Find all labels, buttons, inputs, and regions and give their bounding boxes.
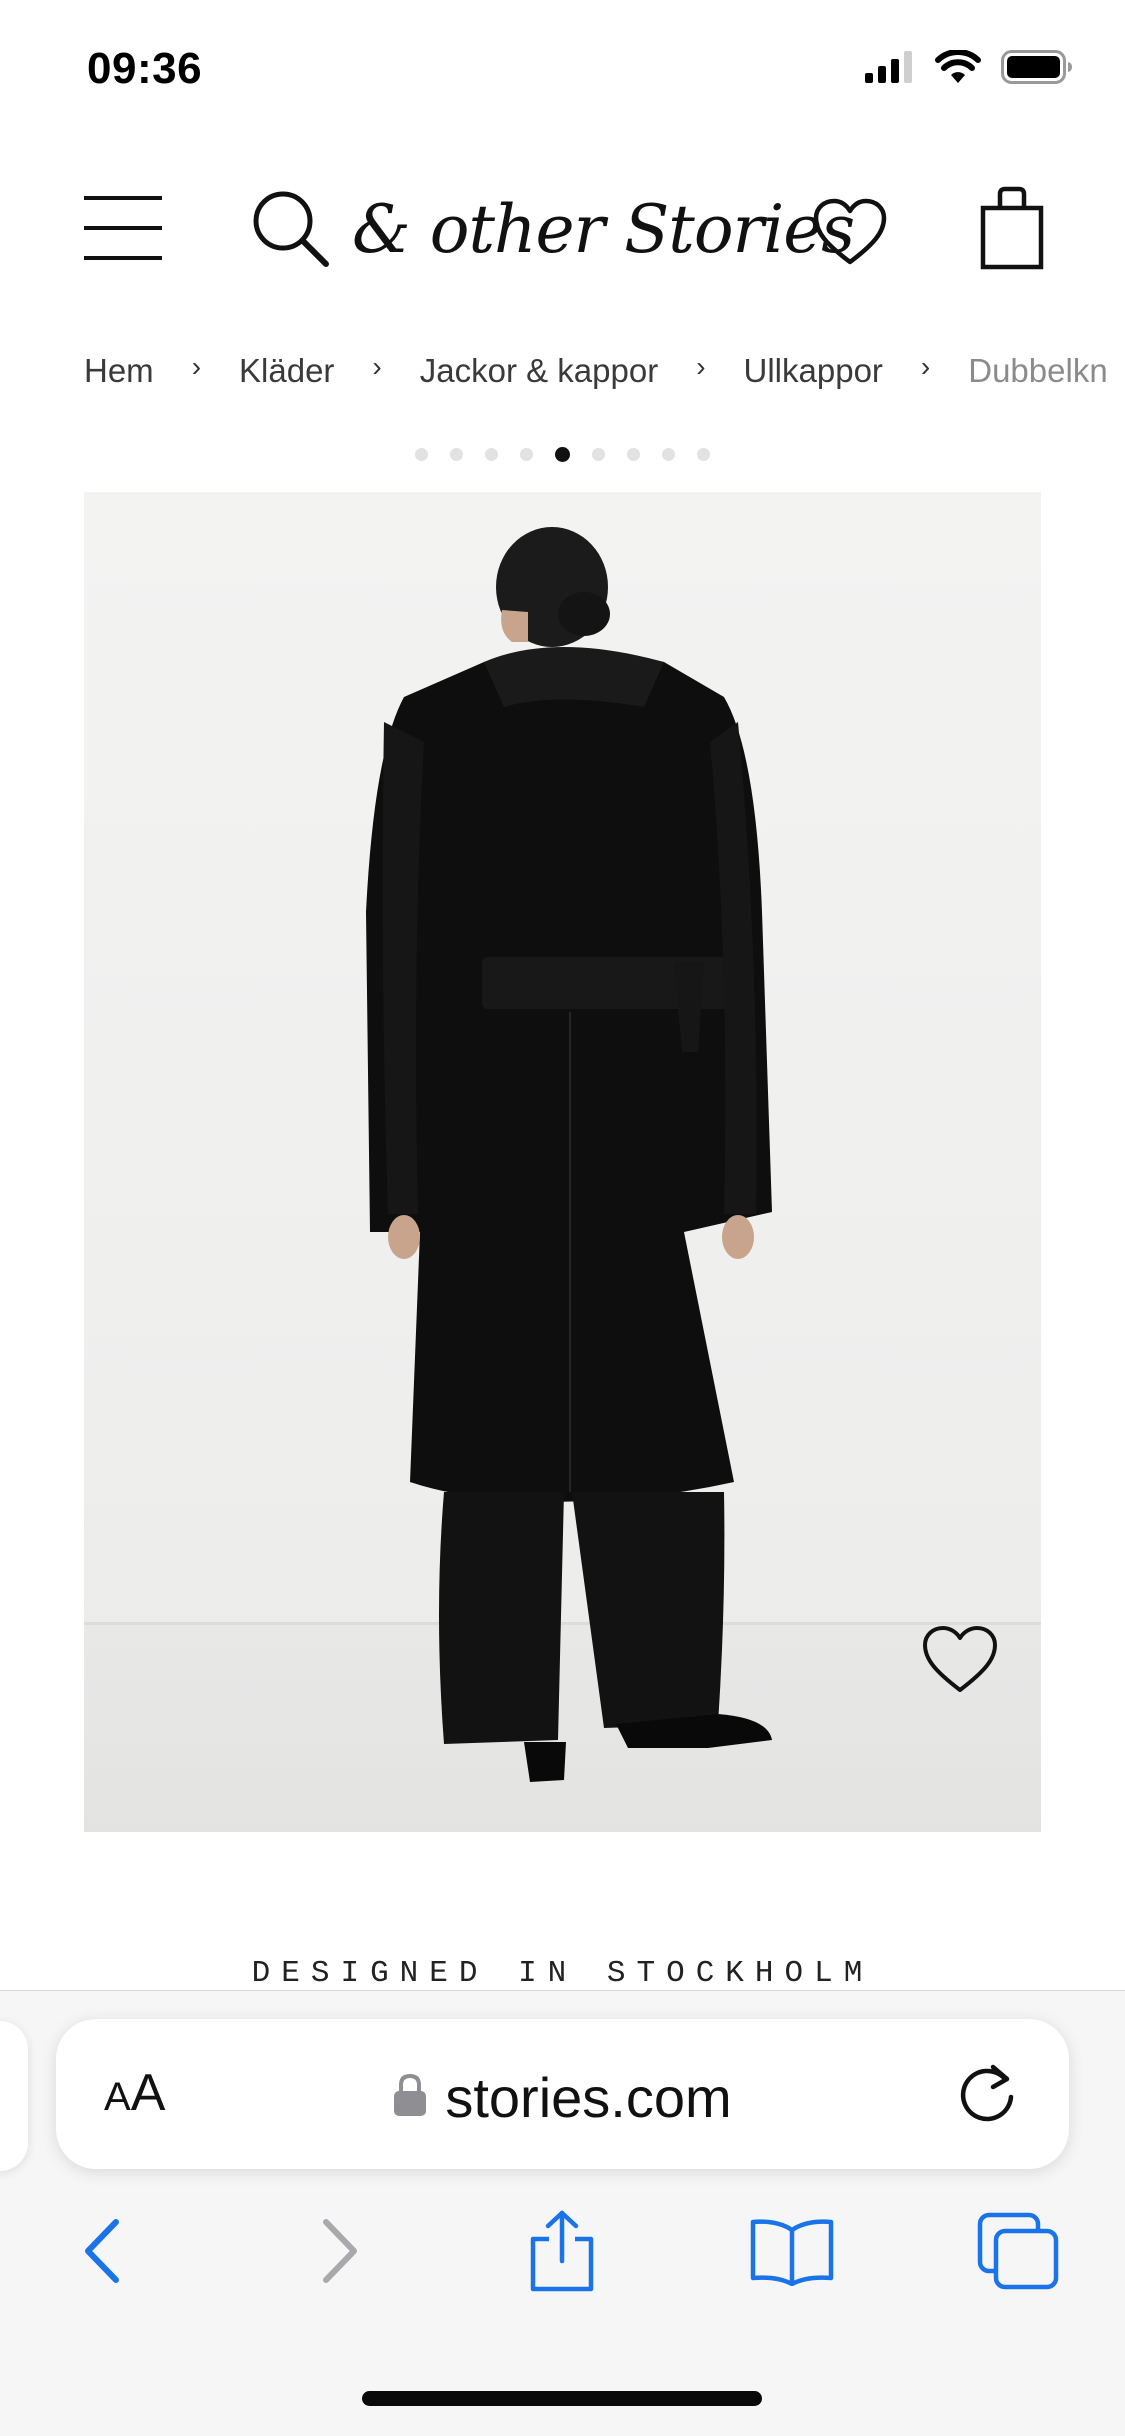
carousel-dot[interactable] (485, 448, 498, 461)
forward-chevron-icon[interactable] (290, 2201, 390, 2301)
cellular-signal-icon (865, 51, 915, 83)
breadcrumb-item-ullkappor[interactable]: Ullkappor (744, 352, 883, 390)
breadcrumb-separator: › (191, 351, 202, 382)
carousel-dots (0, 447, 1125, 462)
page: 09:36 & other Stories Hem › Kläder › Jac… (0, 0, 1125, 2436)
product-image[interactable] (84, 492, 1041, 1832)
url-display[interactable]: stories.com (56, 2065, 1069, 2130)
status-time: 09:36 (87, 44, 203, 93)
previous-tab-peek[interactable] (0, 2021, 28, 2171)
carousel-dot[interactable] (520, 448, 533, 461)
lock-icon (393, 2073, 427, 2122)
carousel-dot[interactable] (627, 448, 640, 461)
url-text: stories.com (445, 2066, 732, 2129)
carousel-dot[interactable] (697, 448, 710, 461)
breadcrumb-separator: › (696, 351, 706, 382)
back-chevron-icon[interactable] (52, 2201, 152, 2301)
address-bar[interactable]: AA stories.com (56, 2019, 1069, 2169)
carousel-dot-active[interactable] (555, 447, 570, 462)
home-indicator[interactable] (362, 2391, 762, 2406)
reload-icon[interactable] (955, 2061, 1021, 2127)
designed-in-tagline: DESIGNED IN STOCKHOLM (251, 1956, 874, 1991)
carousel-dot[interactable] (415, 448, 428, 461)
battery-icon (1001, 50, 1073, 84)
wishlist-heart-icon[interactable] (812, 198, 888, 268)
browser-bottom-bar: AA stories.com (0, 1990, 1125, 2436)
search-icon[interactable] (250, 188, 330, 268)
site-header: & other Stories (0, 170, 1125, 290)
breadcrumb: Hem › Kläder › Jackor & kappor › Ullkapp… (84, 346, 1108, 396)
breadcrumb-item-jackor-kappor[interactable]: Jackor & kappor (420, 352, 658, 390)
carousel-dot[interactable] (592, 448, 605, 461)
share-icon[interactable] (512, 2201, 612, 2301)
tabs-icon[interactable] (968, 2201, 1068, 2301)
model-figure (366, 527, 772, 1782)
carousel-dot[interactable] (662, 448, 675, 461)
wifi-icon (935, 50, 981, 84)
bookmarks-icon[interactable] (742, 2201, 842, 2301)
carousel-dot[interactable] (450, 448, 463, 461)
breadcrumb-item-current: Dubbelkn (968, 352, 1108, 389)
hamburger-menu-icon[interactable] (84, 196, 164, 260)
browser-toolbar (0, 2201, 1125, 2311)
status-icons (865, 50, 1073, 84)
brand-logo[interactable]: & other Stories (352, 188, 855, 278)
breadcrumb-separator: › (372, 351, 382, 382)
shopping-bag-icon[interactable] (980, 186, 1044, 270)
breadcrumb-item-hem[interactable]: Hem (84, 352, 154, 390)
product-wishlist-heart-icon[interactable] (920, 1624, 1000, 1696)
breadcrumb-separator: › (920, 351, 931, 382)
breadcrumb-item-klader[interactable]: Kläder (239, 352, 334, 390)
status-bar: 09:36 (0, 0, 1125, 140)
brand-logo-text: & other Stories (352, 191, 855, 268)
